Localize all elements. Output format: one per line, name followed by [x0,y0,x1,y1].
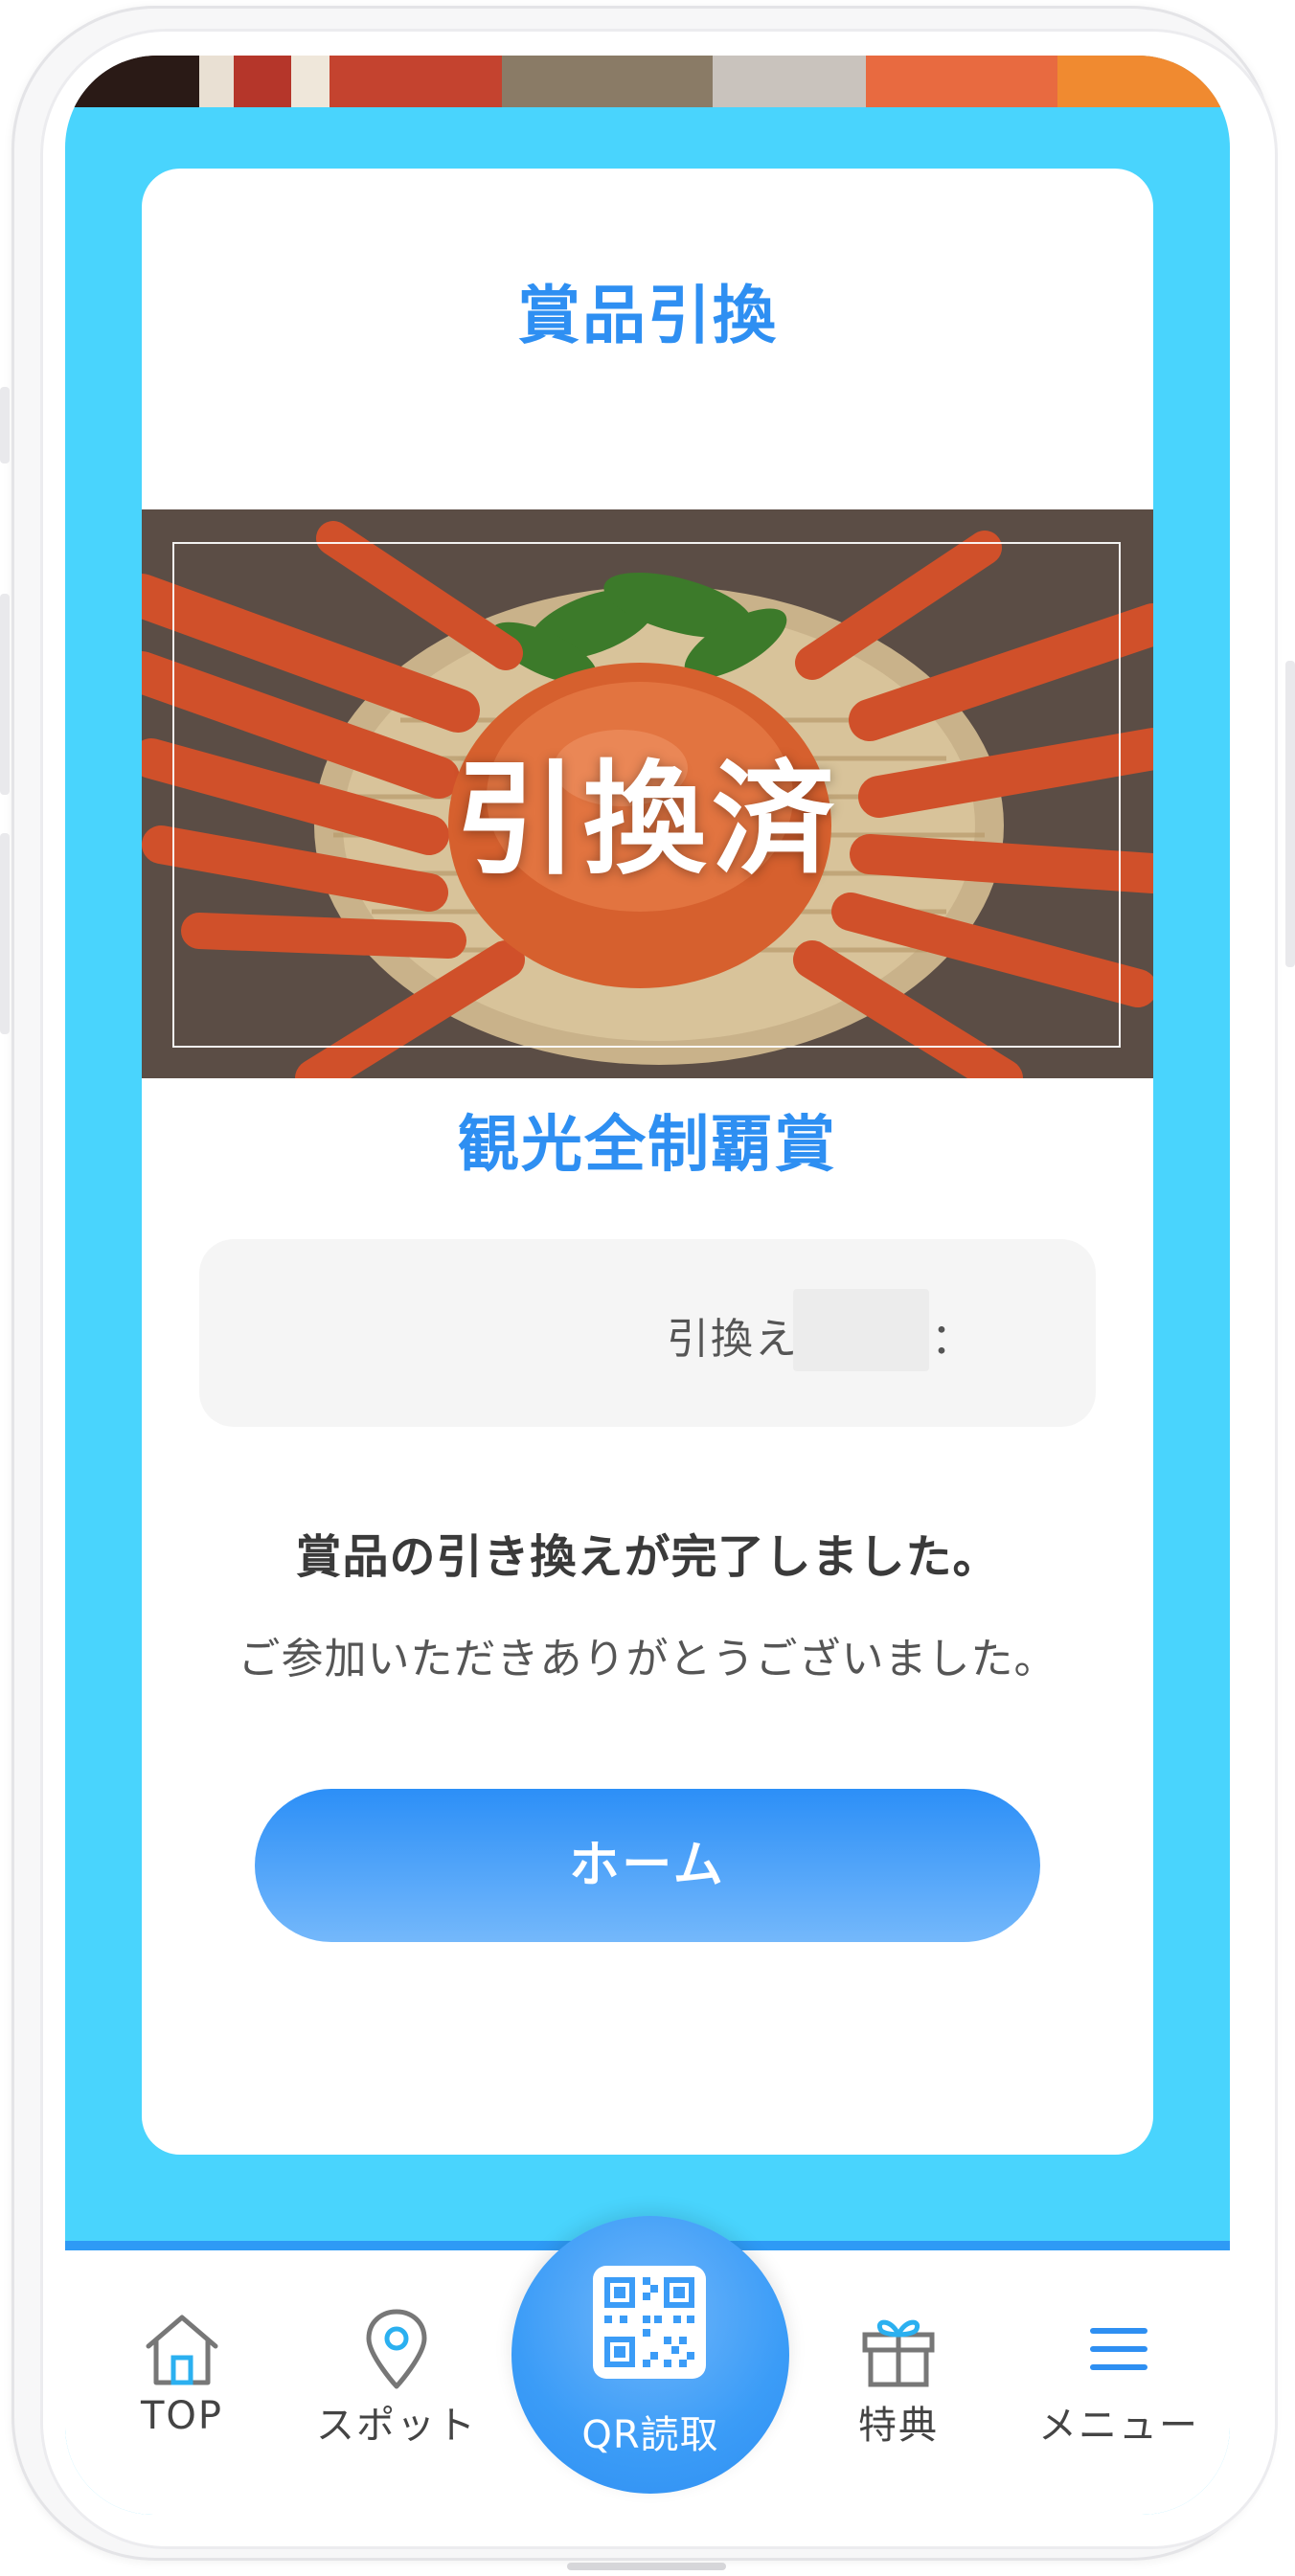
nav-label-spot: スポット [316,2404,477,2448]
home-icon [146,2315,218,2385]
prize-image: 引換済 [142,509,1153,1078]
gift-icon [862,2319,935,2387]
redeemed-stamp: 引換済 [454,749,840,892]
header-photo-strip [65,56,1230,107]
nav-item-benefits[interactable]: 特典 [803,2250,994,2515]
home-button[interactable]: ホーム [255,1789,1040,1942]
phone-volume-up [0,594,10,795]
qr-code-icon [593,2266,706,2379]
nav-label-qr: QR読取 [581,2413,719,2457]
qr-scan-button[interactable]: QR読取 [511,2216,789,2494]
nav-label-menu: メニュー [1038,2404,1199,2448]
hamburger-menu-icon [1090,2328,1147,2370]
page-title: 賞品引換 [517,279,778,352]
phone-volume-down [0,833,10,1034]
map-pin-icon [366,2309,427,2389]
completion-message: 賞品の引き換えが完了しました。 [295,1530,1000,1584]
nav-label-benefits: 特典 [858,2404,939,2448]
redemption-code-box: 引換えコード： [199,1239,1096,1427]
redemption-code-value [793,1289,929,1371]
thanks-message: ご参加いただきありがとうございました。 [238,1635,1057,1683]
prize-name: 観光全制覇賞 [458,1110,837,1181]
app-screen: 賞品引換 引換済 観光全制覇賞 賞品の引き換えが完了しました。 ご参加いただきあ… [65,56,1230,2515]
nav-label-top: TOP [140,2394,224,2438]
nav-item-top[interactable]: TOP [86,2250,278,2515]
phone-power-button [1285,661,1295,967]
phone-side-button [0,387,10,463]
home-indicator [567,2563,726,2570]
prize-exchange-card: 賞品引換 引換済 観光全制覇賞 賞品の引き換えが完了しました。 ご参加いただきあ… [142,169,1153,2155]
nav-item-spot[interactable]: スポット [301,2250,492,2515]
nav-item-menu[interactable]: メニュー [1023,2250,1215,2515]
